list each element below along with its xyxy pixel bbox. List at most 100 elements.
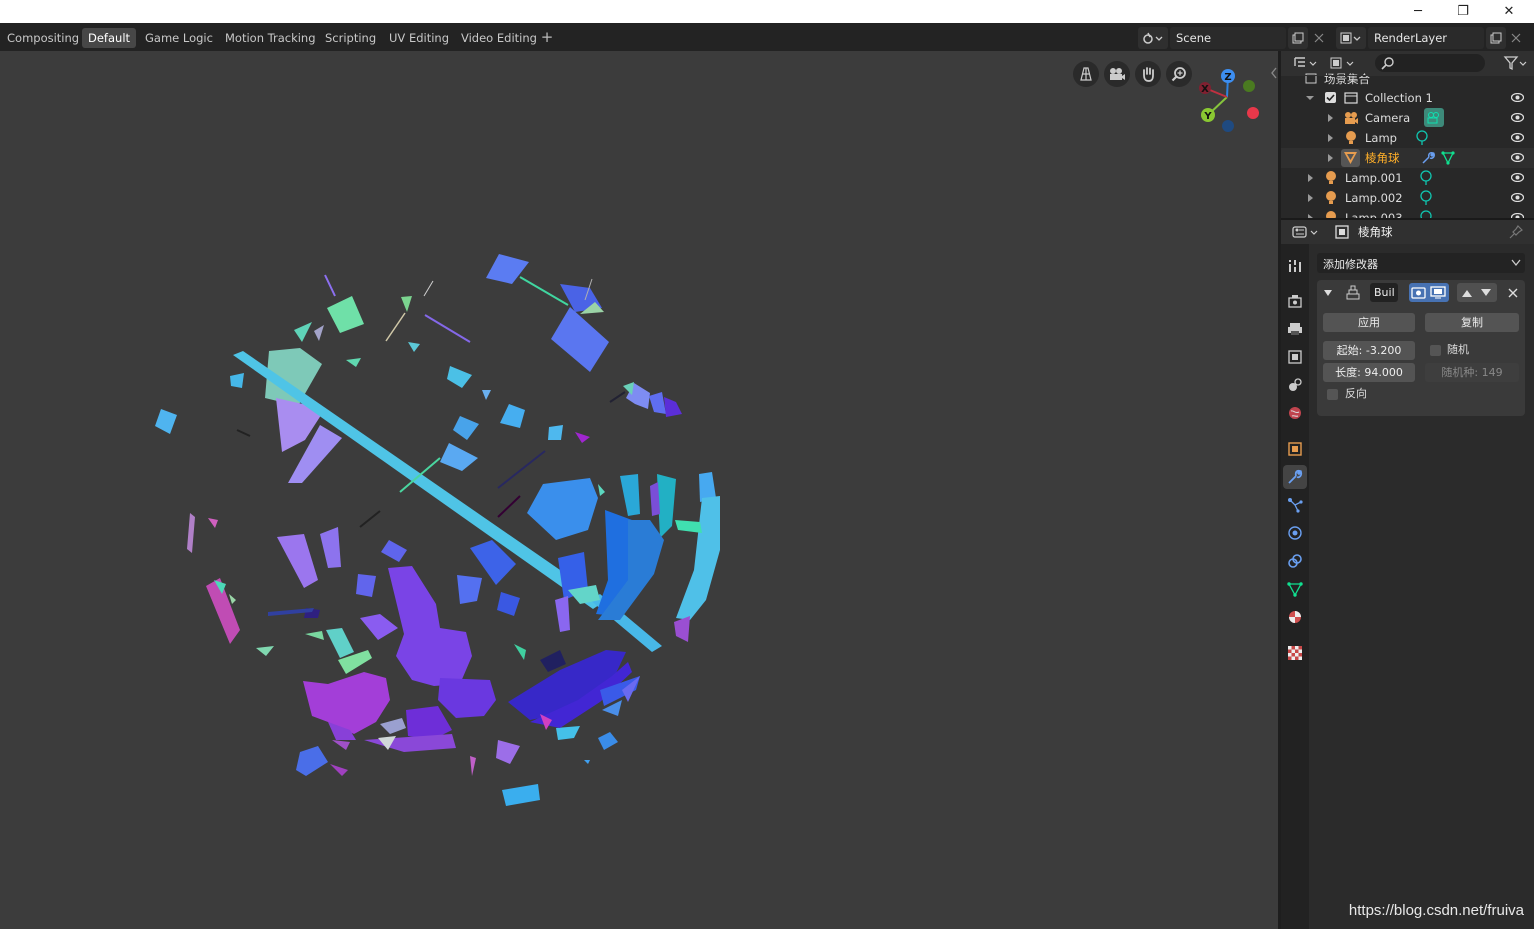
render-layer-browse-button[interactable]	[1336, 27, 1366, 49]
add-modifier-dropdown[interactable]: 添加修改器	[1317, 253, 1525, 273]
lamp-data-icon[interactable]	[1419, 210, 1433, 218]
visibility-eye-icon[interactable]	[1511, 133, 1524, 142]
camera-data-icon	[1427, 112, 1439, 124]
chevron-right-icon[interactable]	[1327, 133, 1335, 143]
lamp-001-label: Lamp.001	[1345, 171, 1403, 185]
outliner-row-lamp-002[interactable]: Lamp.002	[1281, 188, 1534, 208]
tab-object[interactable]	[1283, 437, 1307, 461]
tab-default[interactable]: Default	[82, 28, 137, 48]
tab-modifiers[interactable]	[1283, 465, 1307, 489]
material-icon	[1289, 611, 1301, 623]
tab-physics[interactable]	[1283, 521, 1307, 545]
camera-view-button[interactable]	[1104, 61, 1130, 87]
lamp-data-icon[interactable]	[1419, 190, 1433, 206]
visibility-eye-icon[interactable]	[1511, 193, 1524, 202]
apply-button[interactable]: 应用	[1323, 313, 1415, 332]
tab-mesh-data[interactable]	[1283, 577, 1307, 601]
editor-type-button[interactable]	[1291, 223, 1321, 241]
render-camera-icon	[1288, 295, 1302, 308]
remove-modifier-icon[interactable]	[1508, 288, 1518, 298]
outliner-row-collection[interactable]: Collection 1	[1281, 88, 1534, 108]
new-scene-button[interactable]	[1288, 27, 1308, 49]
seed-field[interactable]: 随机种: 149	[1425, 363, 1519, 382]
copy-button[interactable]: 复制	[1425, 313, 1519, 332]
mesh-object-icon-frame	[1341, 149, 1360, 167]
visibility-eye-icon[interactable]	[1511, 93, 1524, 102]
scene-icon	[1289, 378, 1302, 391]
tab-scene[interactable]	[1283, 373, 1307, 397]
close-window-button[interactable]: ✕	[1486, 0, 1532, 22]
tab-constraints[interactable]	[1283, 549, 1307, 573]
tab-view-layer[interactable]	[1283, 345, 1307, 369]
checkbox-checked-icon[interactable]	[1325, 92, 1337, 104]
chevron-down-icon[interactable]	[1305, 93, 1315, 103]
minimize-button[interactable]: ─	[1395, 0, 1441, 22]
chevron-right-icon[interactable]	[1327, 153, 1335, 163]
scene-icon	[1143, 32, 1163, 44]
tab-texture[interactable]	[1283, 641, 1307, 665]
tab-game-logic[interactable]: Game Logic	[139, 28, 219, 48]
tab-material[interactable]	[1283, 605, 1307, 629]
render-layer-name-field[interactable]: RenderLayer	[1368, 27, 1484, 49]
outliner-row-lamp[interactable]: Lamp	[1281, 128, 1534, 148]
3d-viewport[interactable]: Z Y X	[0, 51, 1278, 929]
restore-button[interactable]: ❐	[1440, 0, 1486, 22]
tab-tool[interactable]	[1283, 254, 1307, 278]
tab-compositing[interactable]: Compositing	[1, 28, 85, 48]
arrow-down-icon[interactable]	[1480, 288, 1492, 298]
length-field[interactable]: 长度: 94.000	[1323, 363, 1415, 382]
sidebar-toggle-icon[interactable]	[1270, 67, 1278, 79]
visibility-eye-icon[interactable]	[1511, 173, 1524, 182]
tab-video-editing[interactable]: Video Editing	[455, 28, 543, 48]
chevron-down-icon[interactable]	[1323, 288, 1333, 298]
navigation-gizmo[interactable]: Z Y X	[1194, 67, 1264, 137]
chevron-right-icon[interactable]	[1307, 173, 1315, 183]
world-icon	[1289, 407, 1301, 419]
reverse-checkbox[interactable]	[1327, 389, 1338, 400]
workspace-tab-bar: Compositing Default Game Logic Motion Tr…	[0, 23, 1534, 51]
tab-scripting[interactable]: Scripting	[319, 28, 382, 48]
wrench-modifier-icon[interactable]	[1421, 151, 1435, 165]
pan-view-button[interactable]	[1135, 61, 1161, 87]
outliner-scene-collection[interactable]: 场景集合	[1281, 69, 1534, 89]
tab-uv-editing[interactable]: UV Editing	[383, 28, 455, 48]
visibility-eye-icon[interactable]	[1511, 113, 1524, 122]
tab-world[interactable]	[1283, 401, 1307, 425]
pin-icon[interactable]	[1509, 225, 1523, 239]
outliner-row-lamp-001[interactable]: Lamp.001	[1281, 168, 1534, 188]
close-icon	[1511, 33, 1521, 43]
delete-render-layer-button[interactable]	[1508, 27, 1524, 49]
properties-tab-column	[1281, 244, 1309, 929]
start-frame-field[interactable]: 起始: -3.200	[1323, 341, 1415, 360]
tab-render[interactable]	[1283, 289, 1307, 313]
new-render-layer-button[interactable]	[1486, 27, 1506, 49]
scene-browse-button[interactable]	[1138, 27, 1168, 49]
outliner-row-mesh-selected[interactable]: 棱角球	[1281, 148, 1534, 168]
object-icon	[1335, 225, 1349, 239]
delete-scene-button[interactable]	[1310, 27, 1328, 49]
modifier-name-field[interactable]: Buil	[1370, 283, 1398, 302]
outliner-row-camera[interactable]: Camera	[1281, 108, 1534, 128]
render-camera-icon[interactable]	[1411, 285, 1427, 299]
zoom-view-button[interactable]	[1166, 61, 1192, 87]
camera-data-button[interactable]	[1424, 108, 1444, 127]
arrow-up-icon[interactable]	[1461, 288, 1473, 298]
mesh-data-icon[interactable]	[1441, 151, 1455, 165]
lamp-data-icon[interactable]	[1419, 170, 1433, 186]
scene-name-field[interactable]: Scene	[1170, 27, 1286, 49]
toggle-perspective-button[interactable]	[1073, 61, 1099, 87]
gizmo-z-label: Z	[1224, 72, 1231, 83]
scene-collection-icon	[1305, 73, 1317, 84]
chevron-right-icon[interactable]	[1327, 113, 1335, 123]
random-checkbox[interactable]	[1430, 345, 1441, 356]
close-icon	[1314, 33, 1324, 43]
tab-motion-tracking[interactable]: Motion Tracking	[219, 28, 322, 48]
tab-output[interactable]	[1283, 317, 1307, 341]
outliner-row-lamp-003[interactable]: Lamp.003	[1281, 208, 1534, 218]
monitor-icon[interactable]	[1430, 285, 1446, 299]
add-workspace-button[interactable]: +	[538, 28, 556, 48]
tab-particles[interactable]	[1283, 493, 1307, 517]
chevron-right-icon[interactable]	[1307, 193, 1315, 203]
visibility-eye-icon[interactable]	[1511, 153, 1524, 162]
lamp-data-icon[interactable]	[1415, 130, 1429, 146]
